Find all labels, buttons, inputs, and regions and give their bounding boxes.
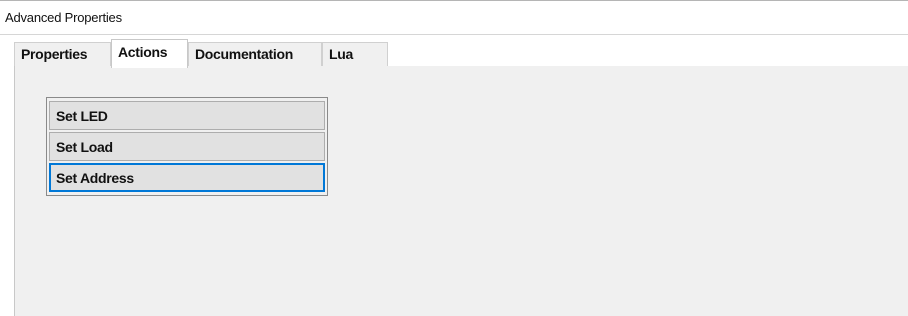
advanced-properties-window: Advanced Properties Properties Actions D… — [0, 0, 908, 316]
set-load-button[interactable]: Set Load — [49, 132, 325, 161]
tab-lua[interactable]: Lua — [322, 42, 388, 67]
title-bar: Advanced Properties — [0, 1, 908, 35]
tab-actions[interactable]: Actions — [111, 39, 188, 68]
tab-properties[interactable]: Properties — [14, 42, 111, 67]
tab-strip: Properties Actions Documentation Lua — [14, 39, 908, 68]
window-title: Advanced Properties — [5, 10, 122, 25]
set-address-button[interactable]: Set Address — [49, 163, 325, 192]
actions-tab-panel: Set LED Set Load Set Address — [14, 66, 908, 316]
set-led-button[interactable]: Set LED — [49, 101, 325, 130]
actions-list: Set LED Set Load Set Address — [46, 97, 328, 196]
tab-documentation[interactable]: Documentation — [188, 42, 322, 67]
